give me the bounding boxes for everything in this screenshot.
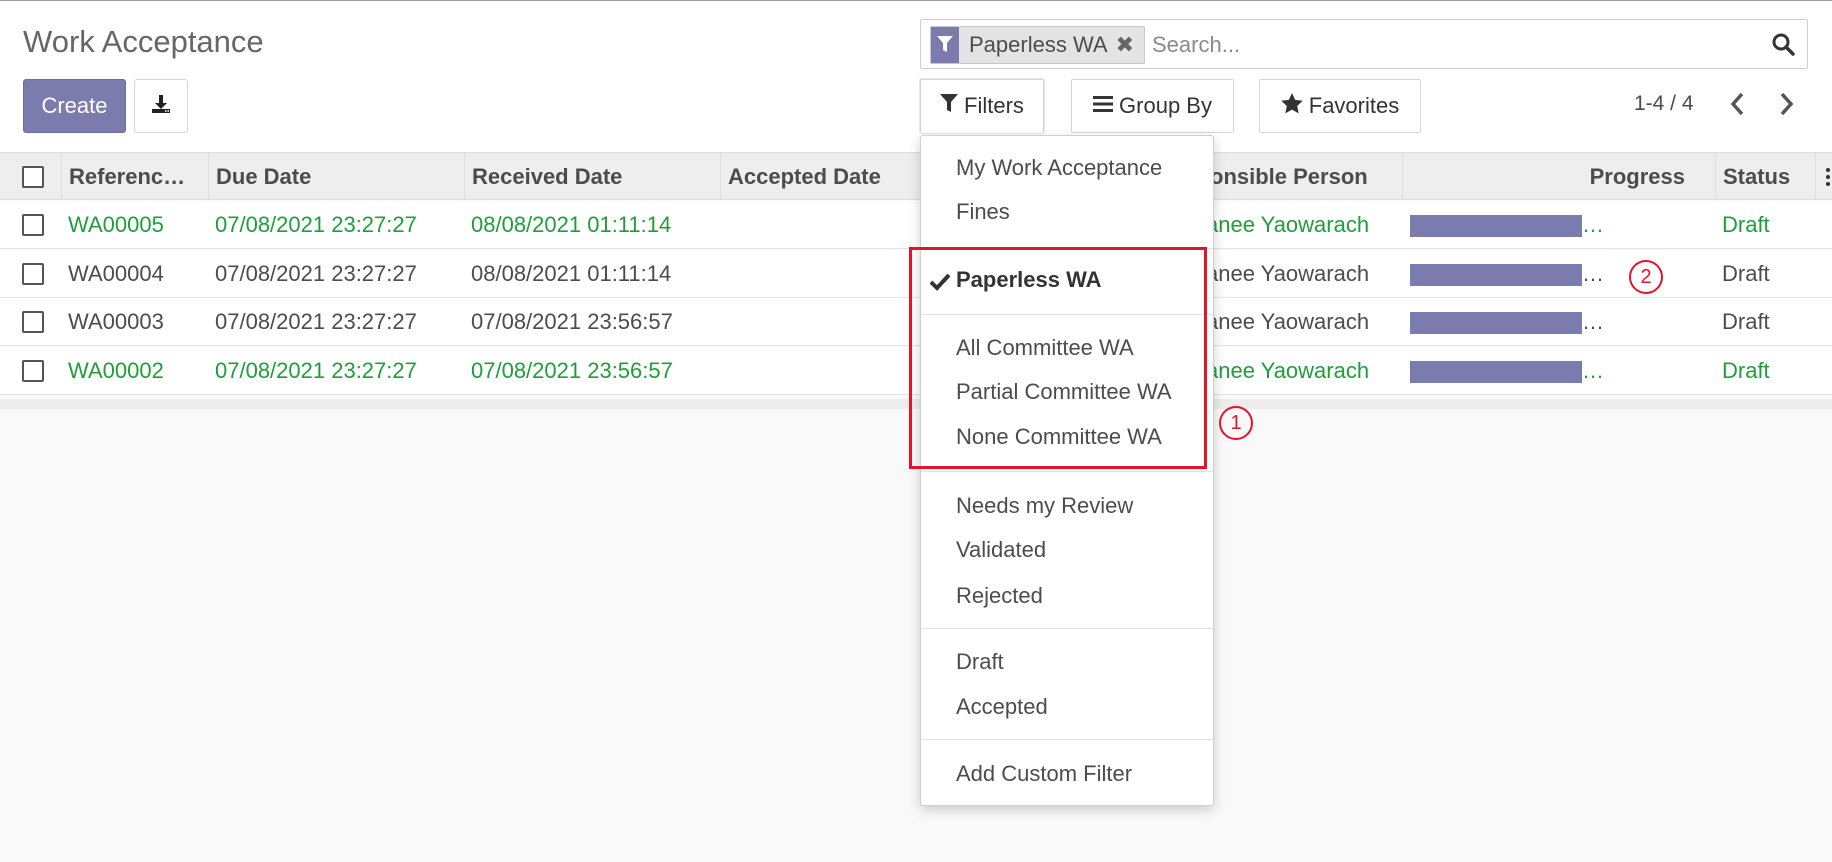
cell-status: Draft	[1722, 212, 1770, 237]
star-icon	[1281, 92, 1303, 120]
progress-fill	[1410, 263, 1582, 286]
row-checkbox[interactable]	[22, 214, 44, 236]
cell-reference: WA00002	[68, 357, 164, 383]
row-checkbox[interactable]	[22, 311, 44, 333]
filter-icon	[931, 27, 959, 63]
top-border	[0, 0, 1832, 1]
cell-received-date: 08/08/2021 01:11:14	[471, 260, 672, 286]
cell-reference: WA00005	[68, 212, 164, 237]
favorites-button[interactable]: Favorites	[1259, 79, 1421, 133]
header-reference[interactable]: Referenc…	[62, 153, 209, 200]
filter-accepted[interactable]: Accepted	[956, 694, 1048, 720]
cell-due-date: 07/08/2021 23:27:27	[215, 260, 417, 286]
header-select-cell	[0, 153, 62, 200]
cell-received-date: 07/08/2021 23:56:57	[471, 357, 673, 383]
cell-reference: WA00003	[68, 309, 164, 334]
chevron-left-icon[interactable]	[1730, 92, 1746, 121]
highlight-box	[909, 247, 1207, 469]
cell-responsible-person: anee Yaowarach	[1206, 309, 1370, 334]
progress-fill	[1410, 360, 1582, 383]
list-icon	[1093, 93, 1114, 119]
filter-icon	[940, 93, 959, 119]
header-responsible-person[interactable]: onsible Person	[1203, 153, 1403, 200]
chevron-right-icon[interactable]	[1778, 92, 1794, 121]
select-all-checkbox[interactable]	[22, 166, 44, 188]
header-status[interactable]: Status	[1716, 153, 1816, 200]
cell-status: Draft	[1722, 309, 1770, 334]
menu-divider	[921, 628, 1213, 629]
cell-reference: WA00004	[68, 260, 164, 286]
table-header: Referenc… Due Date Received Date Accepte…	[0, 152, 1832, 200]
search-box: Paperless WA ✖	[920, 19, 1808, 69]
filters-button[interactable]: Filters	[920, 79, 1044, 133]
cell-due-date: 07/08/2021 23:27:27	[215, 309, 417, 334]
progress-ellipsis: …	[1582, 212, 1604, 237]
cell-due-date: 07/08/2021 23:27:27	[215, 357, 417, 383]
filter-my-work-acceptance[interactable]: My Work Acceptance	[956, 155, 1162, 181]
facet-label: Paperless WA	[969, 32, 1108, 57]
menu-divider	[921, 471, 1213, 472]
cell-responsible-person: anee Yaowarach	[1206, 212, 1370, 237]
progress-bar	[1410, 312, 1582, 334]
add-custom-filter[interactable]: Add Custom Filter	[956, 761, 1132, 787]
row-checkbox[interactable]	[22, 262, 44, 285]
page-title: Work Acceptance	[23, 24, 264, 59]
progress-bar	[1410, 263, 1582, 286]
group-by-label: Group By	[1119, 93, 1212, 118]
progress-ellipsis: …	[1582, 357, 1604, 383]
search-input[interactable]	[1152, 29, 1732, 61]
search-facet-paperless[interactable]: Paperless WA ✖	[930, 26, 1145, 64]
create-button[interactable]: Create	[23, 79, 126, 133]
progress-bar	[1410, 360, 1582, 383]
cell-received-date: 07/08/2021 23:56:57	[471, 309, 673, 334]
filter-fines[interactable]: Fines	[956, 199, 1010, 225]
header-accepted-date[interactable]: Accepted Date	[721, 153, 921, 200]
download-icon	[150, 93, 172, 120]
favorites-label: Favorites	[1308, 93, 1400, 118]
filter-rejected[interactable]: Rejected	[956, 583, 1043, 609]
progress-fill	[1410, 215, 1582, 237]
filter-draft[interactable]: Draft	[956, 649, 1004, 675]
column-options-icon[interactable]	[1826, 167, 1830, 192]
cell-responsible-person: anee Yaowarach	[1206, 357, 1370, 383]
header-due-date[interactable]: Due Date	[209, 153, 465, 200]
filters-label: Filters	[964, 93, 1024, 118]
row-checkbox[interactable]	[22, 359, 44, 382]
pager-value[interactable]: 1-4 / 4	[1634, 92, 1694, 116]
progress-bar	[1410, 215, 1582, 237]
header-received-date[interactable]: Received Date	[465, 153, 721, 200]
filter-validated[interactable]: Validated	[956, 537, 1046, 563]
cell-received-date: 08/08/2021 01:11:14	[471, 212, 672, 237]
menu-divider	[921, 739, 1213, 740]
cell-due-date: 07/08/2021 23:27:27	[215, 212, 417, 237]
download-button[interactable]	[134, 79, 188, 133]
filters-dropdown: My Work Acceptance Fines Paperless WA Al…	[920, 135, 1214, 806]
annotation-marker-1: 1	[1219, 406, 1253, 440]
progress-ellipsis: …	[1582, 260, 1604, 286]
cell-status: Draft	[1722, 357, 1770, 383]
header-progress[interactable]: Progress	[1403, 153, 1716, 200]
group-by-button[interactable]: Group By	[1071, 79, 1234, 133]
progress-fill	[1410, 312, 1582, 334]
cell-status: Draft	[1722, 260, 1770, 286]
table-row[interactable]: WA00005 07/08/2021 23:27:27 08/08/2021 01:…	[0, 201, 1832, 249]
search-icon[interactable]	[1771, 32, 1795, 61]
filter-needs-my-review[interactable]: Needs my Review	[956, 493, 1133, 519]
annotation-marker-2: 2	[1629, 260, 1663, 294]
close-icon[interactable]: ✖	[1116, 32, 1134, 58]
progress-ellipsis: …	[1582, 309, 1604, 334]
cell-responsible-person: anee Yaowarach	[1206, 260, 1370, 286]
